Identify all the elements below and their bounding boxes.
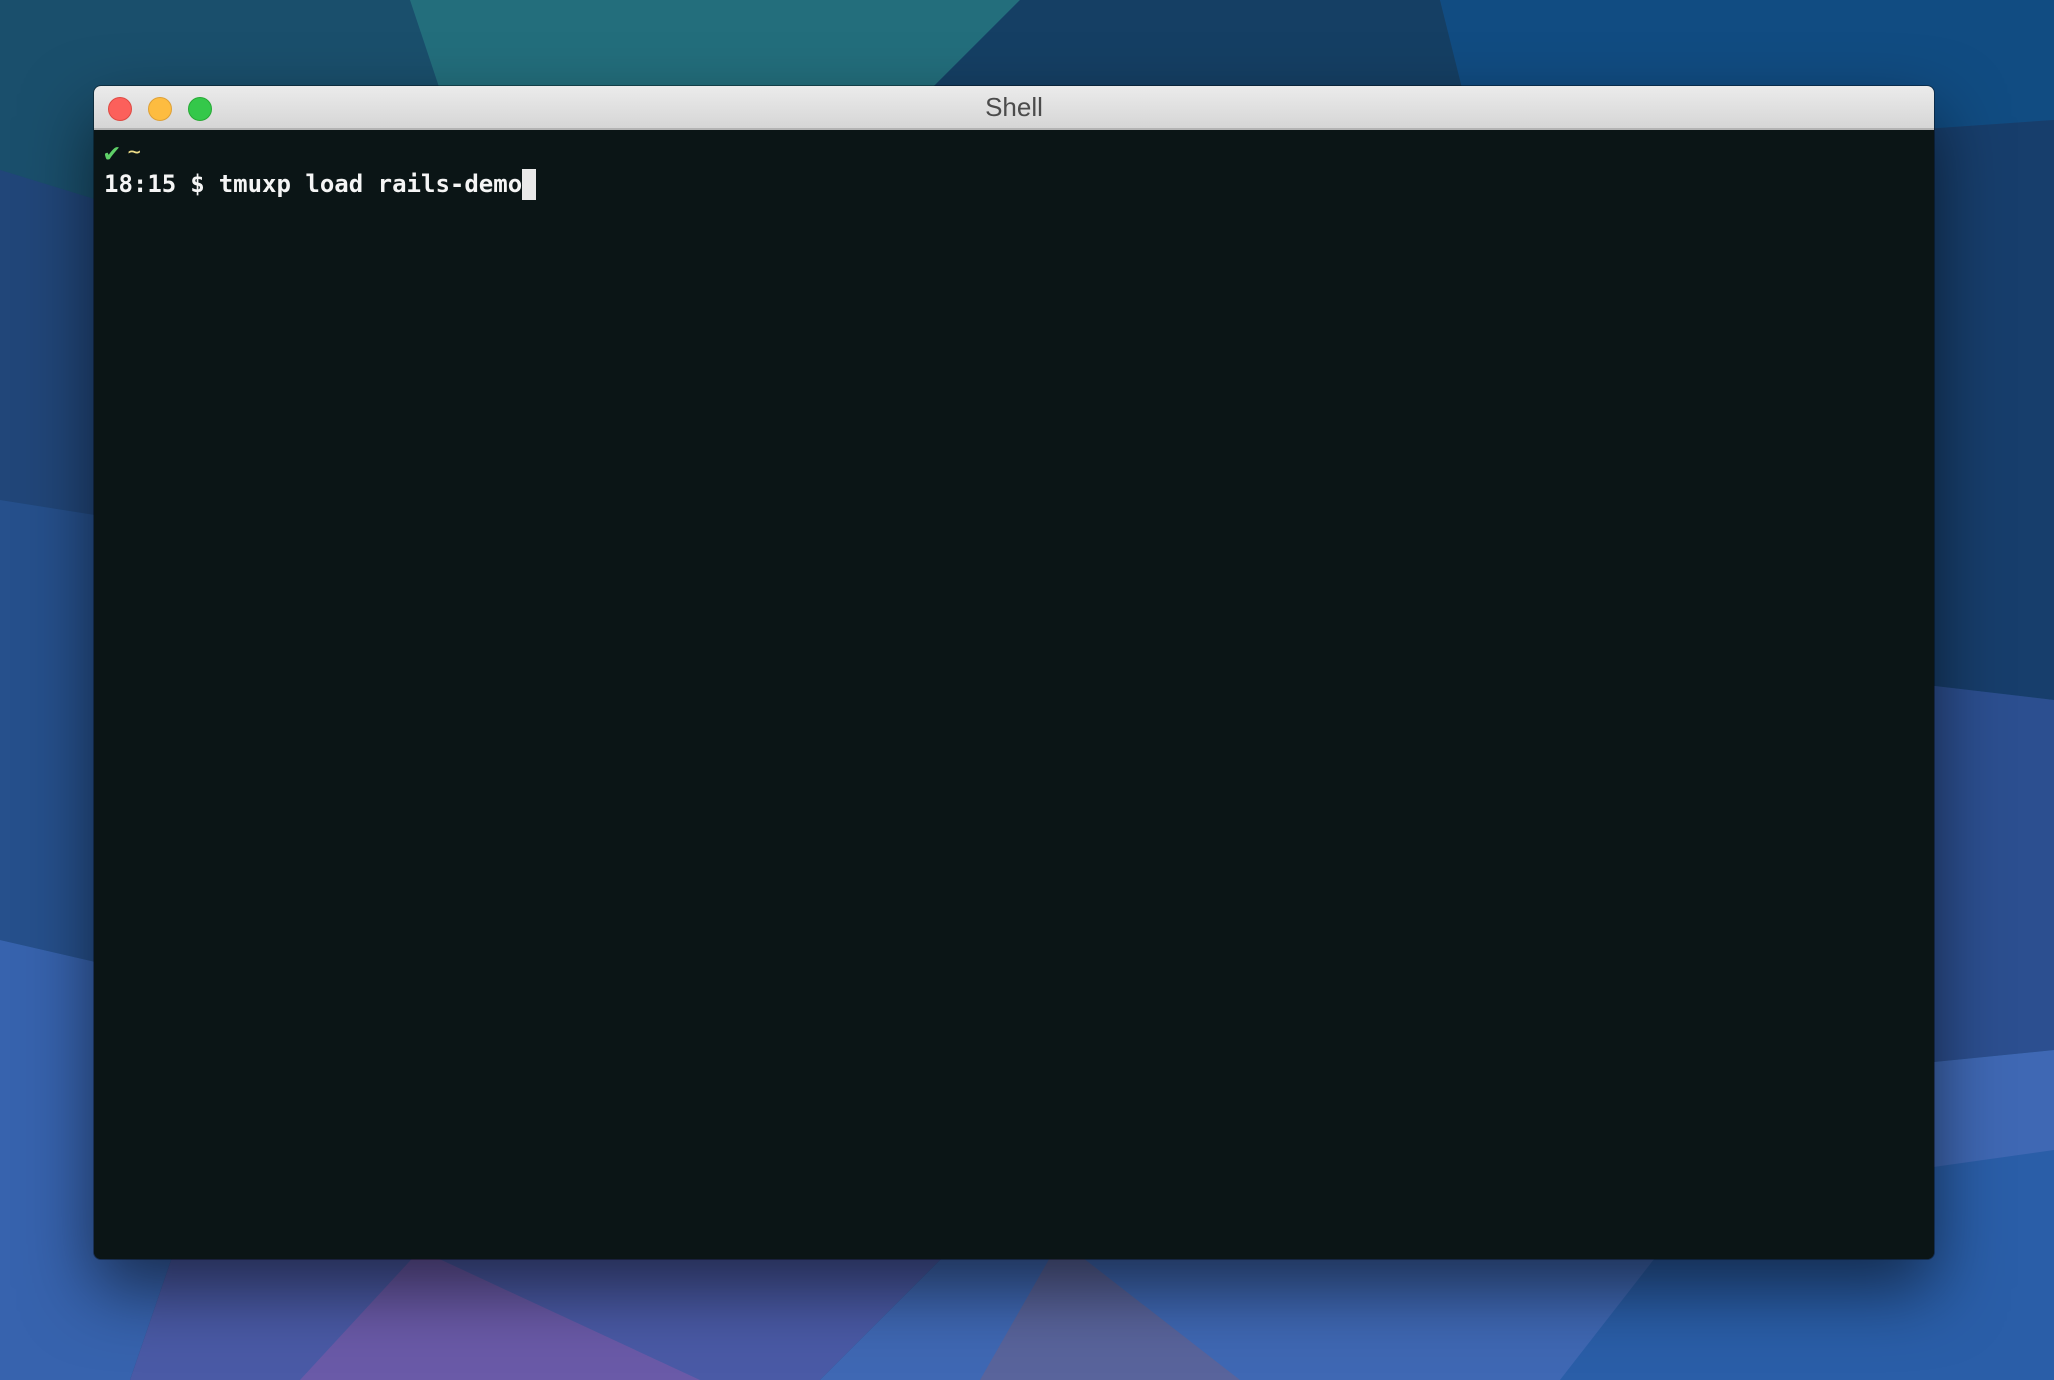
shell-window: Shell ✔ ~ 18:15 $ tmuxp load rails-demo xyxy=(94,86,1934,1259)
block-cursor xyxy=(522,168,537,200)
check-icon: ✔ xyxy=(104,138,120,168)
window-title: Shell xyxy=(985,92,1043,122)
terminal-area[interactable]: ✔ ~ 18:15 $ tmuxp load rails-demo xyxy=(94,130,1934,1259)
current-directory: ~ xyxy=(127,140,141,165)
command-line[interactable]: 18:15 $ tmuxp load rails-demo xyxy=(104,168,1934,200)
prompt-symbol: $ xyxy=(190,170,205,198)
prompt-time: 18:15 xyxy=(104,170,177,198)
prompt-status-line: ✔ ~ xyxy=(104,138,1934,168)
title-bar[interactable]: Shell xyxy=(94,86,1934,130)
command-input[interactable]: tmuxp load rails-demo xyxy=(219,170,522,198)
